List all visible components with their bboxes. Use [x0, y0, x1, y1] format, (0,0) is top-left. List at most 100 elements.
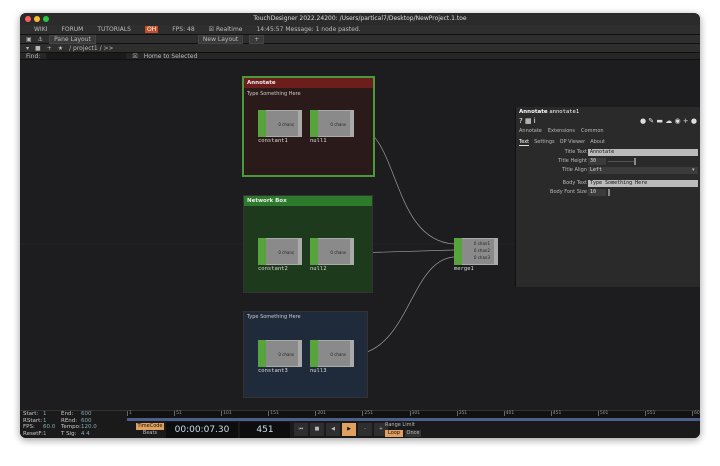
stat-value[interactable]: 1 [43, 431, 61, 438]
find-bar: Find: ☒ Home to Selected [20, 53, 700, 60]
beats-button[interactable]: Beats [136, 430, 164, 437]
op-name[interactable]: annotate1 [549, 109, 579, 115]
parameter-panel: Annotate annotate1 ? ▦ i ● ✎ ▬ ☁ ◉ + ● A… [515, 107, 700, 287]
timeline-tick: 551 [644, 411, 656, 416]
tab-about[interactable]: About [590, 139, 605, 146]
home-checkbox[interactable]: ☒ [132, 53, 137, 60]
node-name: null1 [310, 138, 327, 144]
once-button[interactable]: Once [405, 430, 421, 437]
help-icon[interactable]: ? ▦ i [519, 117, 536, 125]
param-body-text: Body Text Type Something Here [516, 180, 700, 187]
path-bar: ▾ ■ + ★ / project1 / >> [20, 44, 700, 53]
title-height-slider[interactable] [634, 158, 636, 165]
timeline-tick: 401 [503, 411, 515, 416]
op-type: Annotate [519, 109, 548, 115]
tab-settings[interactable]: Settings [534, 139, 555, 146]
node-name: null2 [310, 266, 327, 272]
node-null3[interactable]: 0 chans null3 [310, 340, 354, 376]
body-text-field[interactable]: Type Something Here [588, 180, 698, 187]
timeline-ruler[interactable]: 151101151201251301351401451501551600 [127, 411, 700, 418]
realtime-label: Realtime [215, 26, 243, 33]
tab-extensions[interactable]: Extensions [548, 128, 575, 134]
menu-bar: WIKI FORUM TUTORIALS OH FPS: 48 ☒ Realti… [20, 25, 700, 35]
title-height-field[interactable]: 30 [588, 158, 606, 165]
node-constant1[interactable]: 0 chans constant1 [258, 110, 302, 146]
menu-forum[interactable]: FORUM [61, 26, 83, 33]
pane-layout-button[interactable]: Pane Layout [49, 34, 96, 44]
node-constant3[interactable]: 0 chans constant3 [258, 340, 302, 376]
stop-button[interactable]: ■ [310, 423, 324, 436]
node-info: 0 chan1 [473, 241, 490, 246]
tab-text[interactable]: Text [519, 139, 530, 146]
param-label: Title Height [558, 158, 587, 164]
tab-common[interactable]: Common [581, 128, 604, 134]
network-path[interactable]: / project1 / >> [69, 45, 113, 52]
panel-tools-icons[interactable]: ● ✎ ▬ ☁ ◉ + ● [640, 117, 697, 125]
param-title-align: Title Align Left ▾ [516, 167, 700, 174]
node-name: constant1 [258, 138, 288, 144]
status-message: 14:45:57 Message: 1 node pasted. [256, 26, 361, 33]
timeline-tick: 451 [550, 411, 562, 416]
timeline-tick: 151 [268, 411, 279, 416]
loop-button[interactable]: Loop [385, 430, 403, 437]
timeline: Start: 1 End: 600 RStart: 1 REnd: 600 FPS: 60.0… [20, 410, 700, 438]
param-label: Body Text [562, 180, 587, 186]
plus-icon[interactable]: + [47, 45, 52, 52]
play-reverse-button[interactable]: ◀ [326, 423, 340, 436]
tab-op-viewer[interactable]: OP Viewer [560, 139, 586, 146]
node-info: 0 chans [278, 122, 294, 127]
tab-annotate[interactable]: Annotate [519, 128, 542, 134]
fps-label: FPS: [172, 26, 186, 33]
triangle-icon[interactable]: ▾ [26, 45, 29, 52]
timeline-tick: 351 [456, 411, 468, 416]
body-font-size-field[interactable]: 10 [588, 189, 606, 196]
timeline-stats: Start: 1 End: 600 RStart: 1 REnd: 600 FPS: 60.0… [23, 411, 127, 437]
timecode-button[interactable]: TimeCode [136, 423, 164, 430]
frame-display[interactable]: 451 [240, 422, 290, 438]
node-null2[interactable]: 0 chans null2 [310, 238, 354, 274]
body-font-size-slider[interactable] [608, 189, 610, 196]
oh-button[interactable]: OH [144, 26, 159, 33]
node-merge1[interactable]: 0 chan1 0 chan2 0 chan3 merge1 [454, 238, 498, 274]
timeline-tick: 501 [597, 411, 609, 416]
node-null1[interactable]: 0 chans null1 [310, 110, 354, 146]
title-text-field[interactable]: Annotate [588, 149, 698, 156]
title-align-dropdown[interactable]: Left [588, 167, 698, 174]
node-constant2[interactable]: 0 chans constant2 [258, 238, 302, 274]
new-layout-button[interactable]: New Layout [197, 34, 244, 44]
network-editor[interactable]: Annotate Type Something Here Network Box… [20, 60, 700, 410]
touchdesigner-window: TouchDesigner 2022.24200: /Users/partica… [20, 13, 700, 438]
home-to-selected-label: Home to Selected [143, 52, 198, 60]
param-body-font-size: Body Font Size 10 [516, 189, 700, 196]
menu-tutorials[interactable]: TUTORIALS [97, 26, 131, 33]
rewind-button[interactable]: ⏮ [294, 423, 308, 436]
anchor-icon[interactable]: ⚓ [38, 36, 43, 43]
step-back-button[interactable]: - [358, 423, 372, 436]
star-icon[interactable]: ★ [58, 45, 63, 52]
stop-icon[interactable]: ■ [35, 45, 41, 52]
realtime-checkbox[interactable]: ☒ [209, 26, 214, 33]
find-input[interactable] [46, 53, 127, 59]
annotate-title: Annotate [244, 78, 373, 88]
play-button[interactable]: ▶ [342, 423, 356, 436]
close-button[interactable] [25, 16, 31, 22]
node-info: 0 chans [278, 352, 294, 357]
add-layout-button[interactable]: + [249, 34, 265, 44]
pane-icon[interactable]: ▣ [26, 36, 32, 43]
maximize-button[interactable] [43, 16, 49, 22]
node-name: constant2 [258, 266, 288, 272]
annotate-body: Type Something Here [247, 91, 301, 97]
stat-label: ResetF: [23, 430, 43, 437]
node-info: 0 chans [330, 122, 346, 127]
stat-value[interactable]: 4 4 [81, 431, 111, 438]
window-title: TouchDesigner 2022.24200: /Users/partica… [253, 15, 467, 22]
minimize-button[interactable] [34, 16, 40, 22]
param-label: Title Align [562, 167, 587, 173]
timecode-display[interactable]: 00:00:07.30 [166, 422, 238, 438]
chevron-down-icon: ▾ [692, 167, 695, 173]
fps-value: 48 [187, 26, 195, 33]
node-name: constant3 [258, 368, 288, 374]
timeline-range-bar[interactable] [127, 418, 700, 421]
node-info: 0 chans [330, 250, 346, 255]
menu-wiki[interactable]: WIKI [34, 26, 47, 33]
